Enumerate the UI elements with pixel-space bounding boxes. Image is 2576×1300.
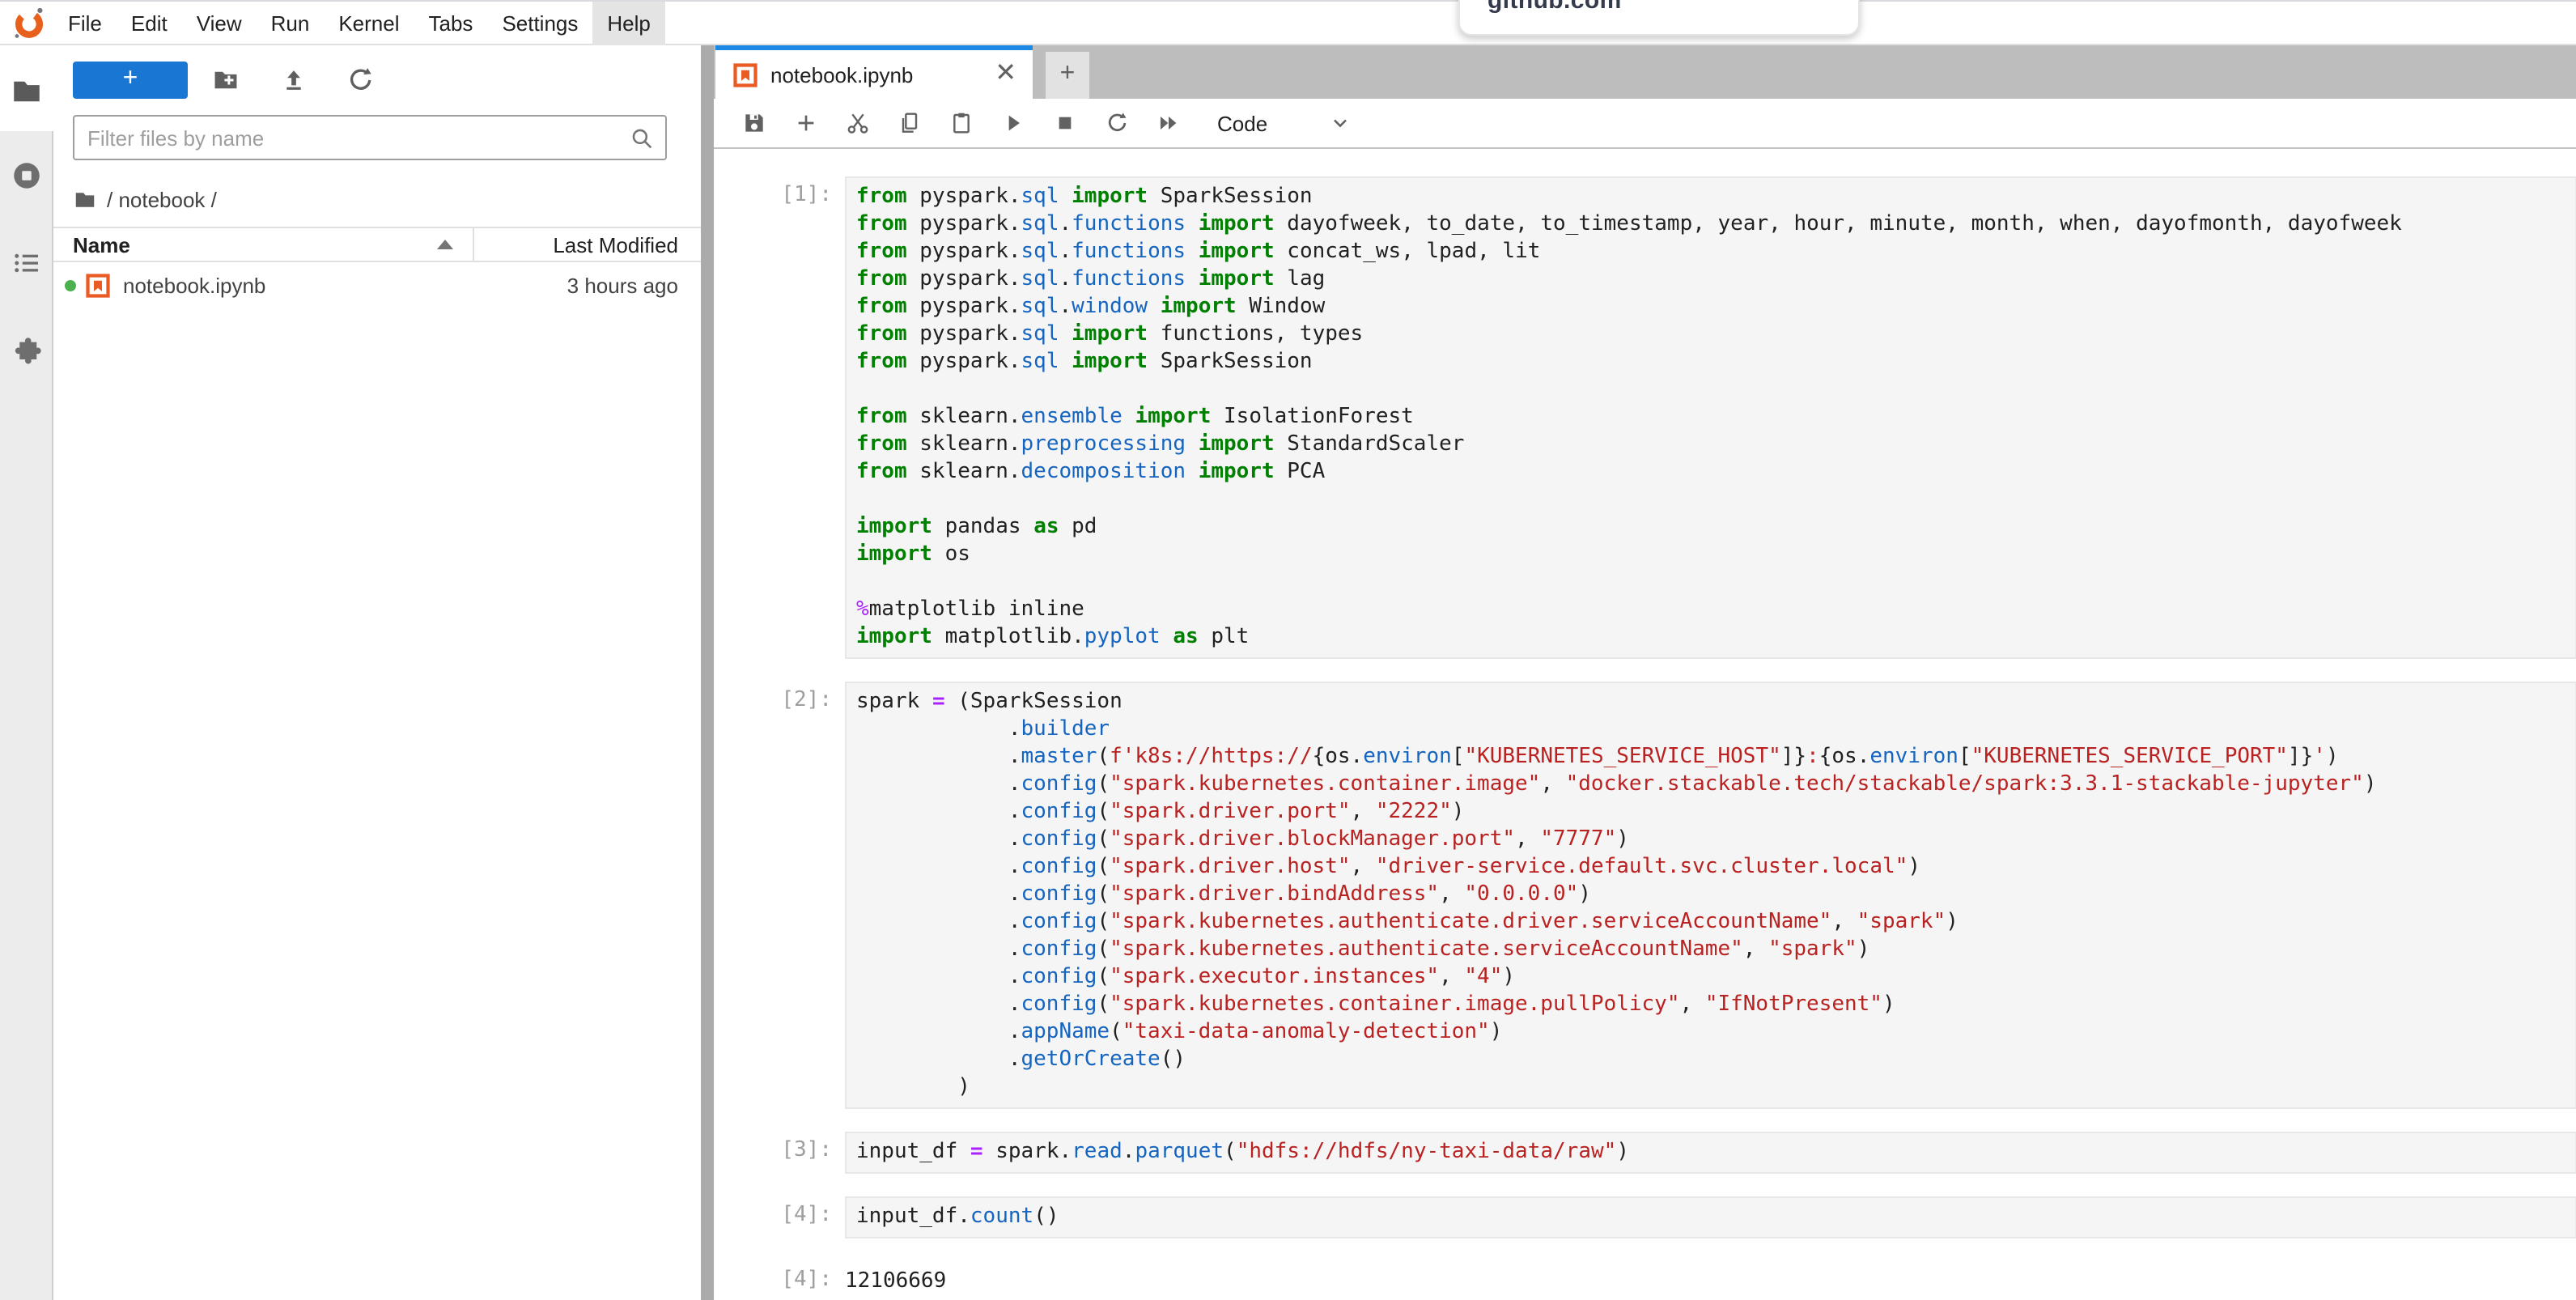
column-header-name[interactable]: Name [53, 232, 473, 257]
copy-cells-icon[interactable] [897, 110, 923, 136]
cell-input-area[interactable]: spark = (SparkSession .builder .master(f… [845, 682, 2576, 1109]
table-of-contents-icon[interactable] [10, 246, 44, 280]
notebook-file-icon [86, 273, 110, 297]
panel-divider[interactable] [701, 45, 714, 1300]
file-browser-toolbar: + [53, 62, 701, 100]
tab-notebook[interactable]: notebook.ipynb ✕ [715, 45, 1033, 99]
restart-kernel-icon[interactable] [1104, 110, 1130, 136]
tab-title: notebook.ipynb [770, 62, 991, 87]
cell-input-area[interactable]: input_df.count() [845, 1196, 2576, 1238]
execution-prompt: [3]: [714, 1132, 845, 1174]
main-workspace: notebook.ipynb ✕ + [714, 45, 2576, 1300]
menu-items: FileEditViewRunKernelTabsSettingsHelp [53, 1, 665, 45]
chevron-down-icon [1329, 112, 1352, 134]
cell-output: [4]:12106669 [714, 1261, 2576, 1295]
menu-file[interactable]: File [53, 1, 117, 45]
cell-input-area[interactable]: input_df = spark.read.parquet("hdfs://hd… [845, 1132, 2576, 1174]
menu-edit[interactable]: Edit [117, 1, 182, 45]
execution-prompt: [4]: [714, 1196, 845, 1238]
new-folder-icon[interactable] [210, 65, 241, 96]
column-header-last-modified[interactable]: Last Modified [474, 232, 701, 257]
run-icon[interactable] [1000, 110, 1026, 136]
new-launcher-button[interactable]: + [73, 62, 188, 99]
paste-cells-icon[interactable] [948, 110, 974, 136]
restart-run-all-icon[interactable] [1156, 110, 1182, 136]
running-kernels-icon[interactable] [10, 159, 44, 193]
new-tab-button[interactable]: + [1046, 52, 1089, 99]
menu-settings[interactable]: Settings [487, 1, 592, 45]
execution-prompt: [1]: [714, 176, 845, 659]
cut-cells-icon[interactable] [845, 110, 871, 136]
notebook-file-icon [733, 62, 758, 87]
add-cell-icon[interactable] [793, 110, 819, 136]
menu-tabs[interactable]: Tabs [414, 1, 488, 45]
stop-icon[interactable] [1052, 110, 1078, 136]
browser-popup: github.com [1458, 0, 1860, 36]
close-icon[interactable]: ✕ [991, 62, 1020, 87]
menu-help[interactable]: Help [592, 1, 665, 45]
file-browser-panel: + / notebook / Nam [53, 45, 701, 1300]
jupyter-logo-icon [11, 5, 47, 40]
jupyterlab-window: FileEditViewRunKernelTabsSettingsHelp gi… [0, 0, 2576, 1300]
code-cell-1: [1]:from pyspark.sql import SparkSession… [714, 176, 2576, 659]
cell-type-value: Code [1217, 111, 1267, 135]
code-cell-2: [2]:spark = (SparkSession .builder .mast… [714, 682, 2576, 1109]
notebook-content: [1]:from pyspark.sql import SparkSession… [714, 149, 2576, 1300]
document-tab-bar: notebook.ipynb ✕ + [714, 45, 2576, 99]
search-icon [628, 124, 656, 151]
sort-ascending-icon [438, 240, 454, 249]
cell-type-dropdown[interactable]: Code [1217, 111, 1352, 135]
folder-icon [73, 187, 97, 211]
file-row-notebook[interactable]: notebook.ipynb 3 hours ago [53, 266, 701, 304]
notebook-toolbar: Code [714, 99, 2576, 149]
file-browser-icon[interactable] [10, 74, 44, 108]
breadcrumb-path: / notebook / [107, 187, 217, 211]
output-text: 12106669 [845, 1261, 946, 1295]
execution-prompt: [2]: [714, 682, 845, 1109]
kernel-running-dot [65, 279, 76, 291]
filter-files-input[interactable] [74, 125, 628, 150]
window-top-border [0, 0, 2576, 2]
popup-origin-text: github.com [1487, 0, 1858, 13]
cell-input-area[interactable]: from pyspark.sql import SparkSessionfrom… [845, 176, 2576, 659]
menu-view[interactable]: View [182, 1, 257, 45]
output-prompt: [4]: [714, 1261, 845, 1295]
breadcrumb[interactable]: / notebook / [73, 183, 217, 215]
file-modified: 3 hours ago [474, 273, 701, 297]
activity-sidebar [0, 45, 53, 1300]
code-cell-3: [3]:input_df = spark.read.parquet("hdfs:… [714, 1132, 2576, 1174]
menu-run[interactable]: Run [257, 1, 325, 45]
menu-kernel[interactable]: Kernel [324, 1, 414, 45]
extensions-icon[interactable] [10, 333, 44, 367]
filter-files-box [73, 115, 667, 160]
upload-icon[interactable] [278, 65, 309, 96]
file-list-header: Name Last Modified [53, 227, 701, 262]
menu-bar: FileEditViewRunKernelTabsSettingsHelp [0, 2, 2576, 45]
save-icon[interactable] [741, 110, 767, 136]
refresh-icon[interactable] [345, 65, 376, 96]
file-name: notebook.ipynb [123, 273, 474, 297]
code-cell-4: [4]:input_df.count() [714, 1196, 2576, 1238]
